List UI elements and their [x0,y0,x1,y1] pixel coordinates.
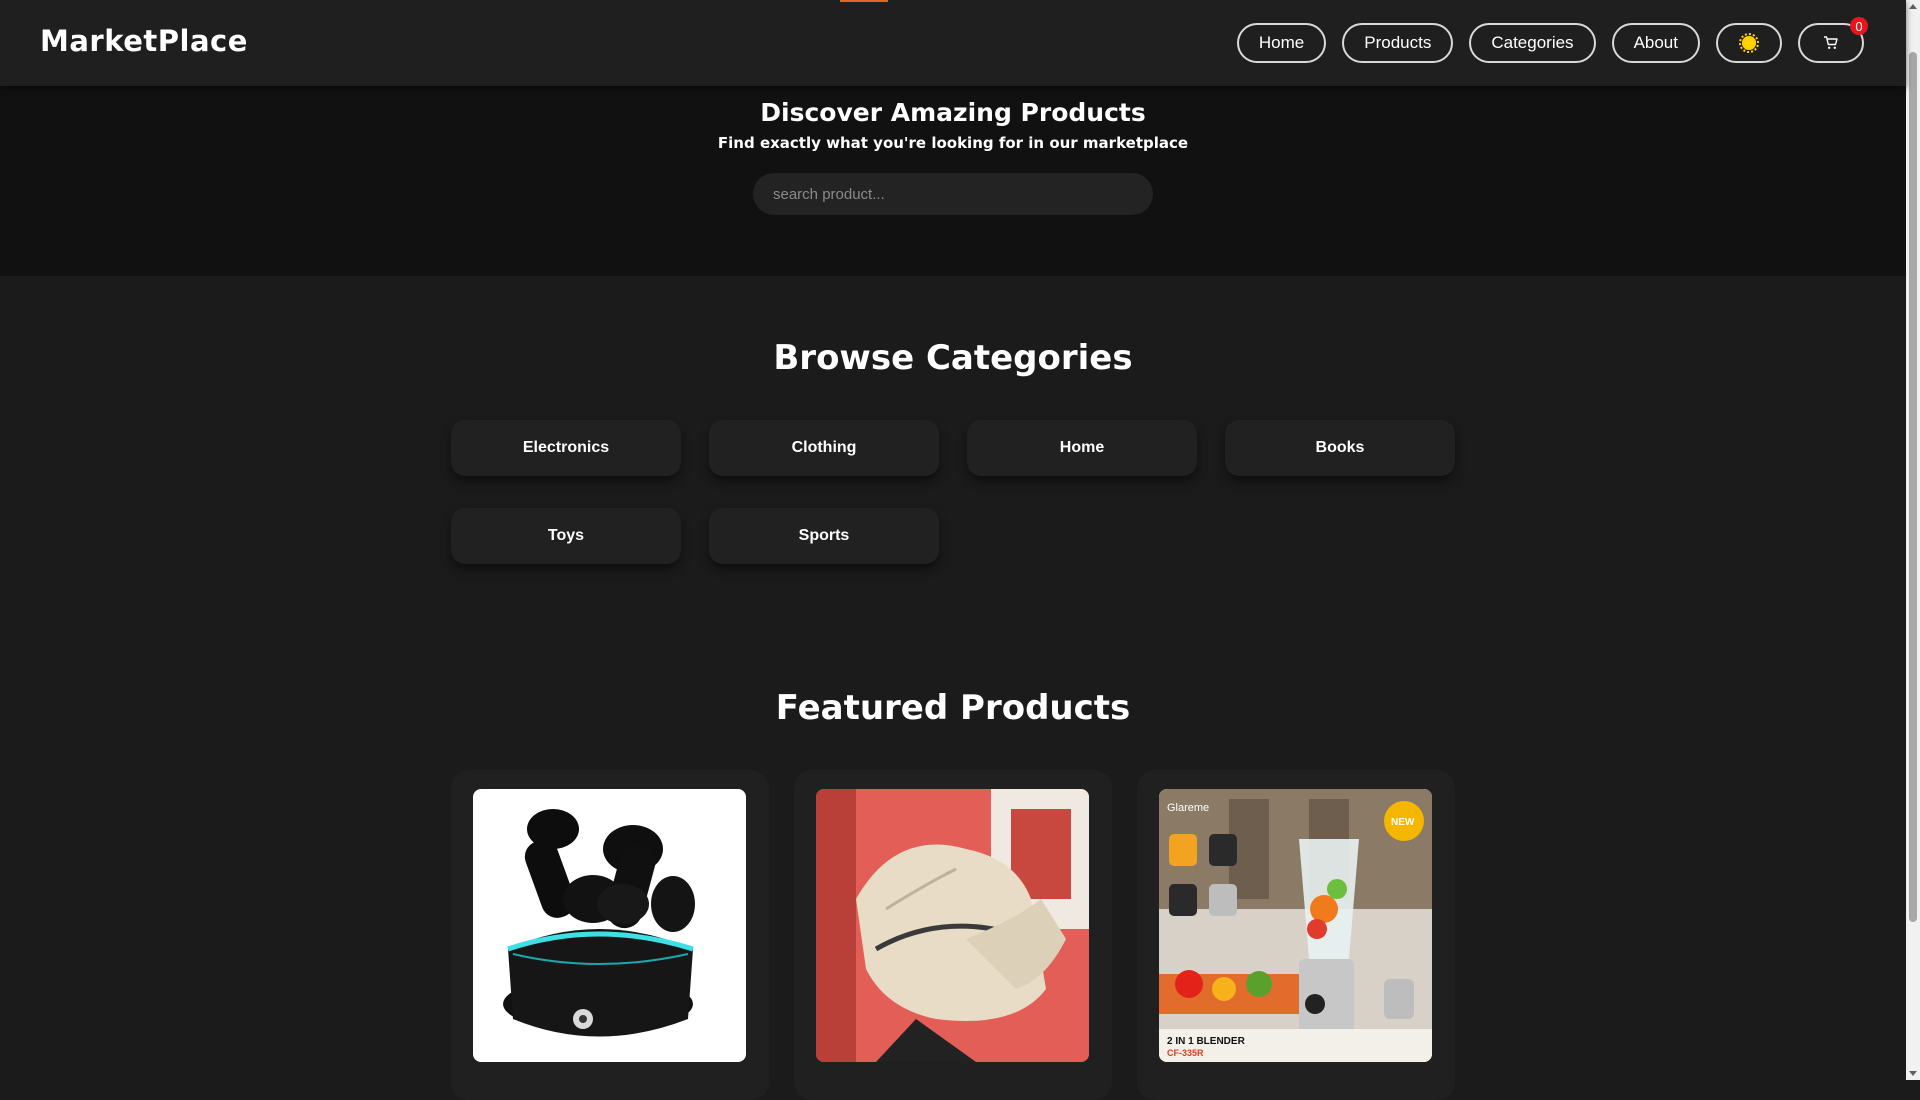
product-image-sneaker[interactable] [816,789,1089,1062]
category-books[interactable]: Books [1225,420,1455,476]
product-card[interactable]: Glareme NEW 2 IN 1 BLENDER CF-335R [1137,770,1455,1100]
category-clothing[interactable]: Clothing [709,420,939,476]
theme-toggle-button[interactable] [1716,23,1782,63]
category-sports[interactable]: Sports [709,508,939,564]
scroll-up-arrow-icon[interactable] [1909,4,1917,9]
cart-button[interactable]: 0 [1798,17,1868,63]
navbar: MarketPlace Home Products Categories Abo… [0,0,1906,86]
scrollbar-thumb[interactable] [1909,52,1917,922]
product-card[interactable] [451,770,769,1100]
page-scrollbar[interactable] [1906,0,1920,1080]
cart-icon [1824,36,1838,49]
product-image-blender[interactable]: Glareme NEW 2 IN 1 BLENDER CF-335R [1159,789,1432,1062]
nav-about-button[interactable]: About [1611,23,1700,63]
hero-subtitle: Find exactly what you're looking for in … [717,134,1189,152]
cart-count-badge: 0 [1850,17,1868,35]
top-accent-bar [840,0,888,2]
scroll-down-arrow-icon[interactable] [1909,1071,1917,1076]
categories-title: Browse Categories [773,338,1133,378]
nav-home-button[interactable]: Home [1236,23,1327,63]
blender-model-text: CF-335R [1167,1048,1204,1058]
blender-caption-text: 2 IN 1 BLENDER [1167,1036,1246,1047]
sun-icon [1739,33,1759,53]
nav-products-button[interactable]: Products [1342,23,1454,63]
nav-categories-button[interactable]: Categories [1469,23,1596,63]
hero-section: Discover Amazing Products Find exactly w… [0,86,1906,276]
new-badge-text: NEW [1391,817,1415,828]
brand-logo[interactable]: MarketPlace [40,24,248,58]
product-card[interactable] [794,770,1112,1100]
category-toys[interactable]: Toys [451,508,681,564]
search-input[interactable] [753,173,1153,215]
category-electronics[interactable]: Electronics [451,420,681,476]
product-image-earbuds[interactable] [473,789,746,1062]
category-home[interactable]: Home [967,420,1197,476]
nav-buttons: Home Products Categories About 0 [1236,17,1868,63]
featured-title: Featured Products [775,688,1131,728]
blender-brand-text: Glareme [1167,802,1209,814]
hero-title: Discover Amazing Products [760,98,1146,127]
